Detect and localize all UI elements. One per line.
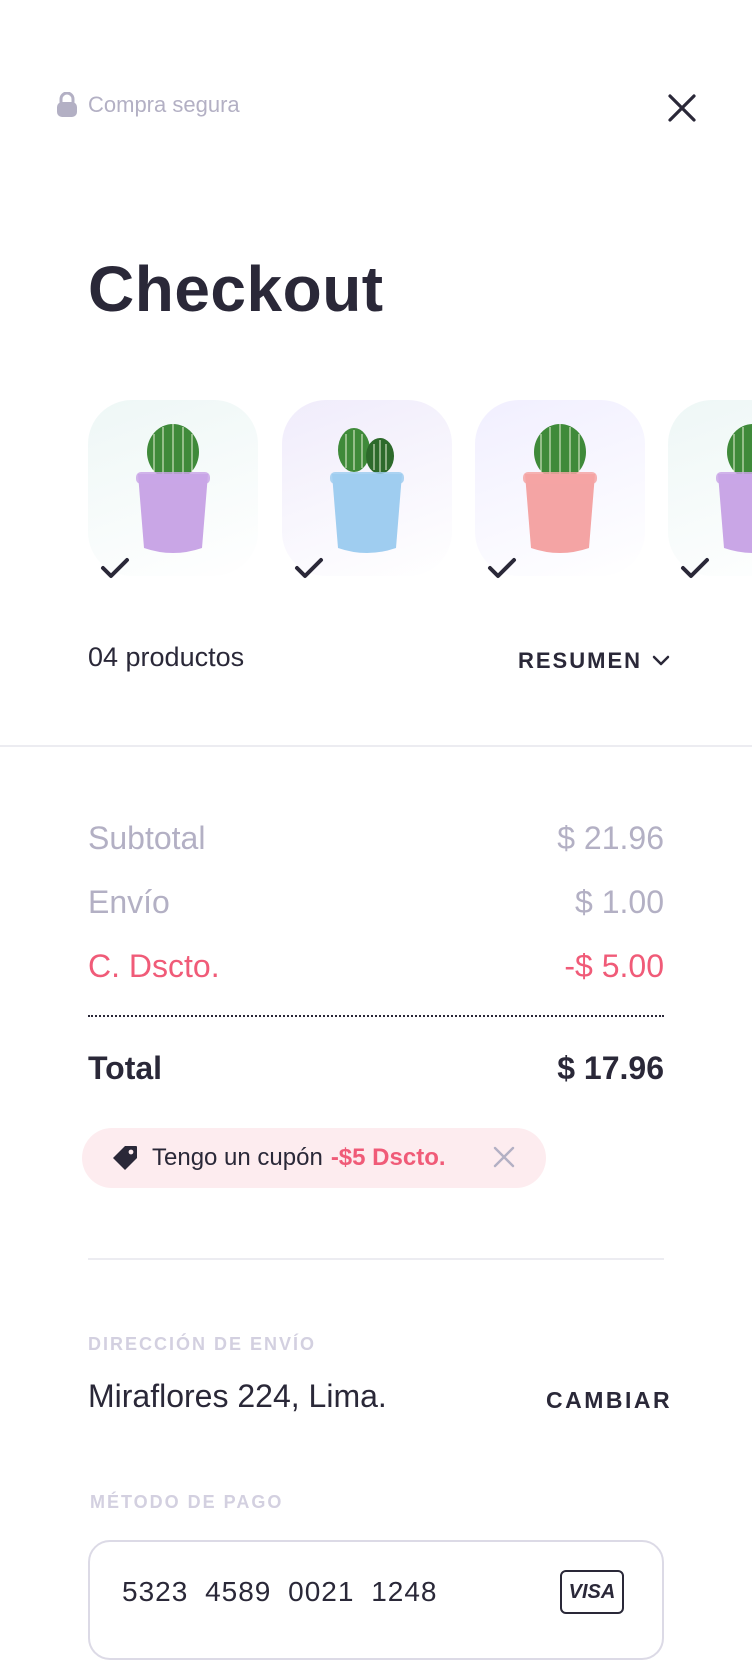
check-icon [100,556,130,585]
cactus-image [716,424,752,553]
card-number: 5323 4589 0021 1248 [122,1576,438,1607]
cactus-image [523,424,597,553]
shipping-label: Envío [88,884,170,920]
summary-toggle[interactable]: RESUMEN [518,648,670,674]
discount-label: C. Dscto. [88,948,220,984]
coupon-discount: -$5 Dscto. [330,1144,446,1171]
payment-section-label: MÉTODO DE PAGO [90,1492,284,1512]
secure-purchase-indicator: Compra segura [56,92,240,118]
coupon-text: Tengo un cupón [152,1144,323,1171]
page-title: Checkout [88,253,384,325]
section-divider [0,745,752,747]
chevron-down-icon [652,655,670,666]
close-icon [668,94,696,122]
visa-logo-icon: VISA [560,1570,624,1614]
check-icon [680,556,710,585]
section-divider [88,1258,664,1260]
product-thumbnail[interactable] [475,400,645,576]
total-value: $ 17.96 [557,1050,664,1086]
shipping-row: Envío $ 1.00 [88,884,664,921]
check-icon [487,556,517,585]
summary-label: RESUMEN [518,648,643,673]
total-label: Total [88,1050,163,1086]
tag-icon [113,1146,137,1170]
shipping-value: $ 1.00 [575,884,664,920]
remove-coupon-icon[interactable] [492,1145,516,1169]
change-address-button[interactable]: CAMBIAR [546,1387,672,1414]
total-row: Total $ 17.96 [88,1050,664,1087]
dotted-separator [88,1015,664,1017]
subtotal-row: Subtotal $ 21.96 [88,820,664,857]
product-carousel[interactable] [88,400,752,590]
secure-label: Compra segura [88,92,240,117]
check-icon [294,556,324,585]
product-thumbnail[interactable] [282,400,452,576]
product-thumbnail[interactable] [668,400,752,576]
subtotal-label: Subtotal [88,820,206,856]
discount-row: C. Dscto. -$ 5.00 [88,948,664,985]
subtotal-value: $ 21.96 [557,820,664,856]
payment-card-field[interactable]: 5323 4589 0021 1248 VISA [88,1540,664,1660]
coupon-chip[interactable]: Tengo un cupón -$5 Dscto. [82,1128,546,1188]
product-count: 04 productos [88,642,245,672]
cactus-image [136,424,210,553]
shipping-section-label: DIRECCIÓN DE ENVÍO [88,1334,317,1354]
close-button[interactable] [664,90,700,126]
shipping-address: Miraflores 224, Lima. [88,1378,387,1414]
discount-value: -$ 5.00 [564,948,664,984]
lock-icon [56,92,78,118]
cactus-image [330,428,404,553]
product-thumbnail[interactable] [88,400,258,576]
